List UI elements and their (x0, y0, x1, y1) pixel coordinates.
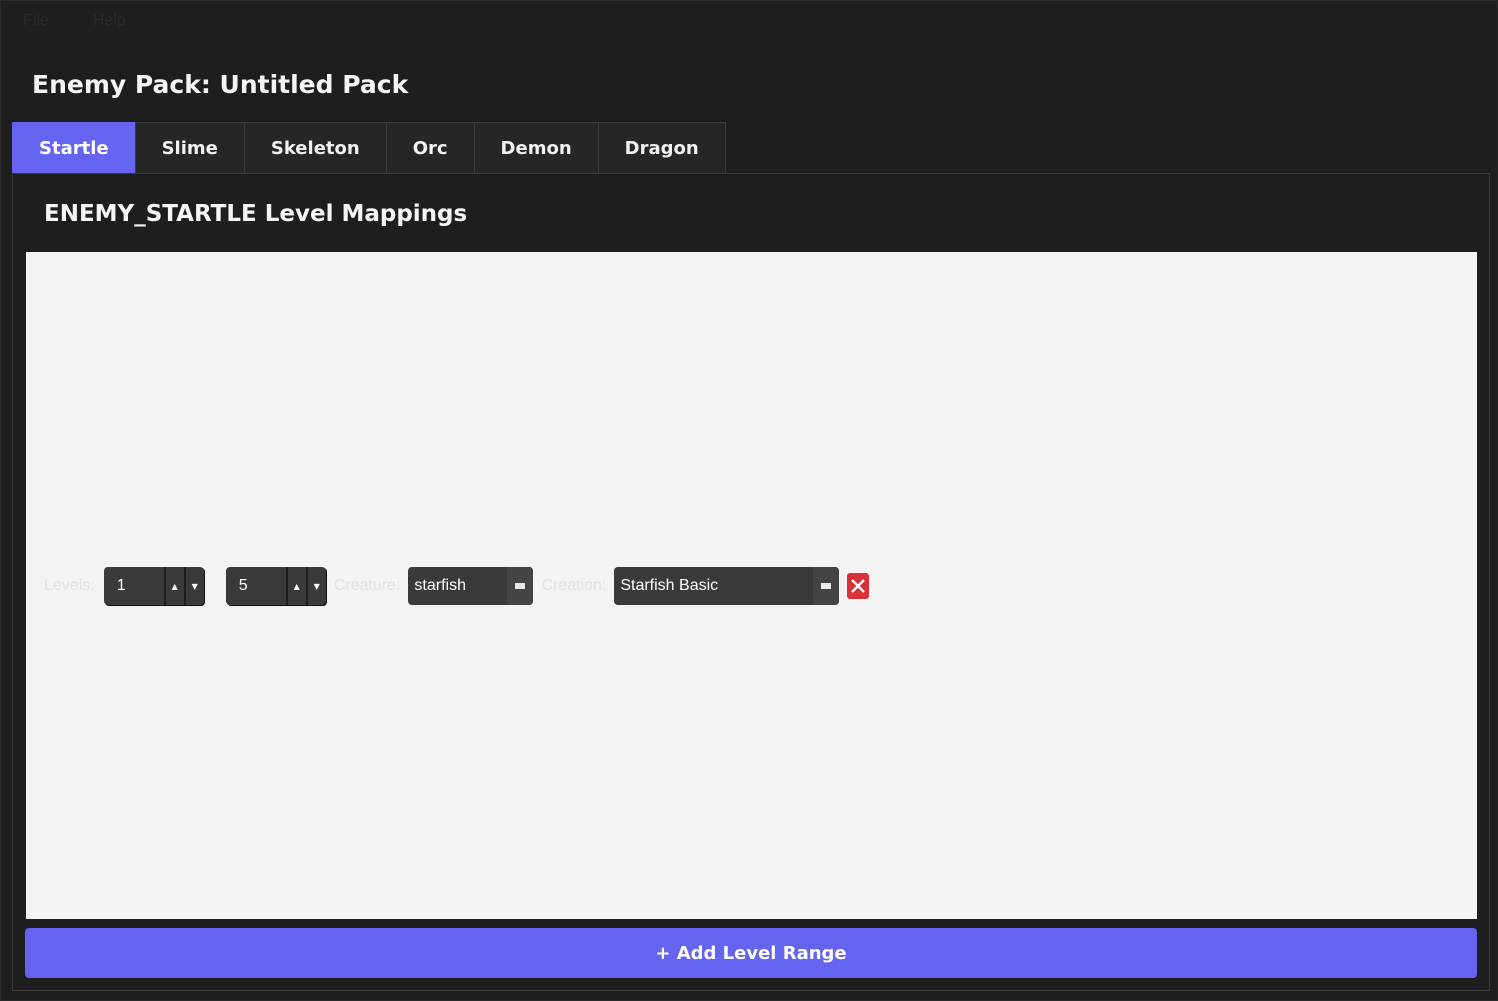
tab-skeleton[interactable]: Skeleton (243, 122, 386, 174)
tab-slime[interactable]: Slime (134, 122, 244, 174)
creature-label: Creature: (333, 577, 401, 594)
app-window: File Help Enemy Pack: Untitled Pack Star… (0, 0, 1498, 1001)
section-title: ENEMY_STARTLE Level Mappings (44, 201, 468, 227)
level-max-up-icon[interactable]: ▲ (285, 567, 306, 605)
menu-bar: File Help (1, 1, 1497, 41)
creation-dropdown-button[interactable] (813, 567, 840, 605)
level-min-value[interactable]: 1 (104, 577, 164, 595)
dropdown-icon (821, 583, 832, 589)
levels-label: Levels: (44, 577, 95, 594)
creature-dropdown-button[interactable] (507, 567, 534, 605)
tab-dragon[interactable]: Dragon (597, 122, 726, 174)
creation-value[interactable]: Starfish Basic (614, 577, 813, 595)
creation-label: Creation: (541, 577, 607, 594)
page-title: Enemy Pack: Untitled Pack (32, 70, 409, 99)
add-level-range-button[interactable]: + Add Level Range (25, 928, 1477, 978)
creation-dropdown[interactable]: Starfish Basic (614, 567, 840, 605)
dropdown-icon (515, 583, 526, 589)
tab-orc[interactable]: Orc (385, 122, 474, 174)
mapping-row: Levels: 1 ▲ ▼ 5 ▲ ▼ Creature: starfish C… (26, 567, 870, 605)
creature-dropdown[interactable]: starfish (408, 567, 534, 605)
remove-mapping-button[interactable] (847, 573, 870, 599)
mapping-list[interactable]: Levels: 1 ▲ ▼ 5 ▲ ▼ Creature: starfish C… (26, 252, 1477, 919)
tab-demon[interactable]: Demon (473, 122, 598, 174)
menu-help[interactable]: Help (81, 6, 138, 36)
level-max-spinbox[interactable]: 5 ▲ ▼ (225, 567, 326, 605)
level-min-down-icon[interactable]: ▼ (183, 567, 204, 605)
creature-value[interactable]: starfish (408, 577, 507, 595)
level-min-up-icon[interactable]: ▲ (163, 567, 184, 605)
level-max-value[interactable]: 5 (226, 577, 286, 595)
close-icon (851, 579, 866, 593)
level-min-spinbox[interactable]: 1 ▲ ▼ (103, 567, 204, 605)
enemy-tabs: Startle Slime Skeleton Orc Demon Dragon (12, 122, 726, 174)
tab-panel: ENEMY_STARTLE Level Mappings Levels: 1 ▲… (12, 173, 1490, 991)
tab-startle[interactable]: Startle (12, 122, 135, 174)
menu-file[interactable]: File (11, 6, 61, 36)
level-max-down-icon[interactable]: ▼ (305, 567, 326, 605)
